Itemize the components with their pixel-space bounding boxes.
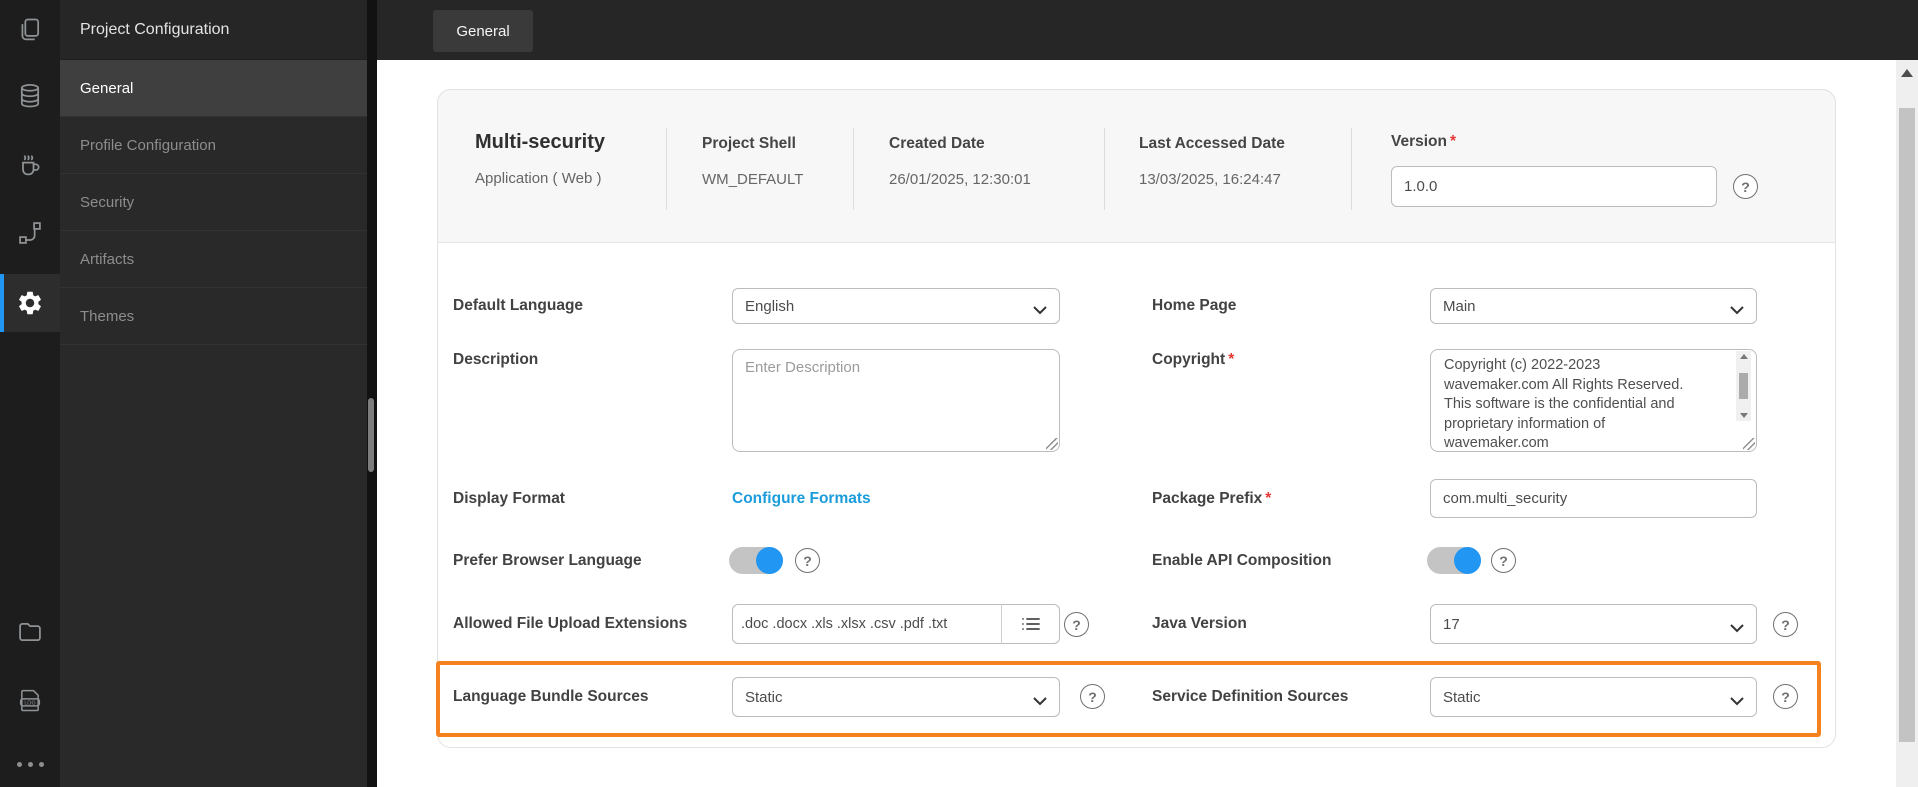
gear-icon [16,289,44,317]
extensions-list-button[interactable] [1001,604,1060,644]
sidebar-item-general[interactable]: General [60,60,367,117]
description-label: Description [453,351,539,368]
svg-text:LOG: LOG [24,700,35,706]
description-textarea[interactable] [732,349,1060,452]
prefer-browser-language-label: Prefer Browser Language [453,551,642,569]
sidebar-scroll-thumb[interactable] [368,398,374,472]
header-divider [1104,128,1105,210]
created-date-label: Created Date [889,135,985,152]
last-accessed-date-value: 13/03/2025, 16:24:47 [1139,171,1281,188]
top-bar [377,0,1918,60]
header-divider [1351,128,1352,210]
home-page-label: Home Page [1152,297,1237,314]
java-services-icon[interactable] [0,141,60,189]
copyright-scroll-thumb[interactable] [1739,373,1748,399]
project-name: Multi-security [475,131,606,153]
project-shell-value: WM_DEFAULT [702,171,804,188]
java-version-help-icon[interactable]: ? [1773,612,1798,637]
sidebar-item-security[interactable]: Security [60,174,367,231]
package-prefix-input[interactable]: com.multi_security [1430,479,1757,518]
page-scrollbar-thumb[interactable] [1899,108,1915,742]
display-format-label: Display Format [453,489,565,507]
version-help-icon[interactable]: ? [1733,174,1758,199]
default-language-select[interactable]: English [732,288,1060,324]
enable-api-composition-toggle[interactable] [1427,547,1481,574]
list-icon [1021,616,1041,632]
project-shell-label: Project Shell [702,135,796,152]
header-divider [666,128,667,210]
enable-api-composition-help-icon[interactable]: ? [1491,548,1516,573]
java-version-label: Java Version [1152,615,1247,632]
created-date-value: 26/01/2025, 12:30:01 [889,171,1031,188]
project-type: Application ( Web ) [475,170,602,187]
scroll-up-arrow-icon[interactable] [1901,69,1913,77]
sidebar-scroll-track[interactable] [367,0,377,787]
copyright-scrollbar[interactable] [1736,351,1751,421]
more-dots-icon[interactable] [0,752,60,776]
sidebar-title: Project Configuration [60,0,367,60]
database-icon[interactable] [0,72,60,120]
last-accessed-date-label: Last Accessed Date [1139,135,1285,152]
files-folder-icon[interactable] [0,608,60,656]
prefer-browser-language-help-icon[interactable]: ? [795,548,820,573]
version-label: Version * [1391,133,1457,150]
version-input[interactable]: 1.0.0 [1391,166,1717,207]
sidebar-item-themes[interactable]: Themes [60,288,367,345]
default-language-label: Default Language [453,297,584,314]
package-prefix-label: Package Prefix * [1152,489,1272,507]
enable-api-composition-label: Enable API Composition [1152,551,1332,569]
sidebar-item-artifacts[interactable]: Artifacts [60,231,367,288]
java-version-select[interactable]: 17 [1430,604,1757,644]
copyright-text: Copyright (c) 2022-2023 wavemaker.com Al… [1444,357,1684,451]
home-page-select[interactable]: Main [1430,288,1757,324]
allowed-file-upload-extensions-label: Allowed File Upload Extensions [453,615,688,632]
settings-rail-item[interactable] [0,274,60,332]
scroll-down-arrow-icon[interactable] [1739,413,1748,418]
chevron-down-icon [1730,302,1744,319]
sidebar-item-profile-configuration[interactable]: Profile Configuration [60,117,367,174]
allowed-file-upload-extensions-help-icon[interactable]: ? [1064,612,1089,637]
configure-formats-link[interactable]: Configure Formats [732,479,871,518]
resize-grip-icon[interactable] [1046,438,1058,450]
chevron-down-icon [1033,302,1047,319]
highlight-rectangle [436,661,1821,737]
allowed-file-upload-extensions-input[interactable]: .doc .docx .xls .xlsx .csv .pdf .txt [732,604,1002,644]
copyright-label: Copyright * [1152,351,1235,368]
header-divider [853,128,854,210]
toggle-knob [1454,547,1481,574]
tab-general[interactable]: General [433,10,533,52]
app-window: LOG Project Configuration General Profil… [0,0,1918,787]
toggle-knob [756,547,783,574]
resize-grip-icon[interactable] [1743,438,1755,450]
apis-connector-icon[interactable] [0,209,60,257]
prefer-browser-language-toggle[interactable] [729,547,783,574]
pages-icon[interactable] [0,6,60,54]
active-rail-indicator [0,274,4,332]
logs-icon[interactable]: LOG [0,676,60,724]
scroll-up-arrow-icon[interactable] [1739,354,1748,359]
chevron-down-icon [1730,620,1744,637]
